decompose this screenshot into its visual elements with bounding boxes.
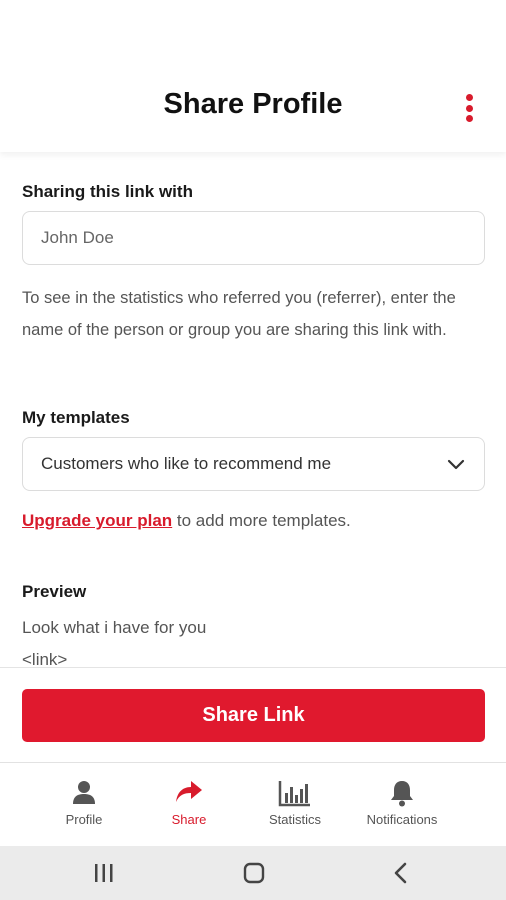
more-vertical-icon[interactable] [456,90,482,126]
referrer-help-text: To see in the statistics who referred yo… [22,289,456,339]
back-icon[interactable] [386,859,416,887]
chevron-down-icon [447,459,465,470]
preview-text-line: Look what i have for you [22,618,207,637]
page-title: Share Profile [163,88,343,120]
sharing-label: Sharing this link with [22,182,193,201]
template-selected-value: Customers who like to recommend me [41,454,332,473]
nav-item-notifications[interactable]: Notifications [352,763,452,847]
recipient-name-input[interactable] [22,211,485,265]
home-icon[interactable] [239,859,269,887]
divider [0,667,506,668]
upgrade-suffix: to add more templates. [172,511,351,530]
nav-item-share[interactable]: Share [139,763,239,847]
share-arrow-icon [176,781,202,802]
person-icon [73,781,95,804]
bottom-nav: Profile Share Statistics Notifications [0,762,506,846]
app-header: Share Profile [0,0,506,152]
upgrade-notice: Upgrade your plan to add more templates. [22,511,351,531]
nav-label-notifications: Notifications [366,812,438,827]
nav-label-profile: Profile [65,812,103,827]
bell-icon [391,781,413,807]
nav-label-share: Share [171,812,207,827]
recent-apps-icon[interactable] [89,859,119,887]
template-dropdown[interactable]: Customers who like to recommend me [22,437,485,491]
system-nav-bar [0,846,506,900]
upgrade-plan-link[interactable]: Upgrade your plan [22,511,172,530]
share-link-button[interactable]: Share Link [22,689,485,742]
nav-label-statistics: Statistics [268,812,321,827]
nav-item-profile[interactable]: Profile [34,763,134,847]
nav-item-statistics[interactable]: Statistics [245,763,345,847]
bar-chart-icon [278,781,310,807]
templates-label: My templates [22,408,130,427]
preview-label: Preview [22,582,87,601]
preview-text-line: <link> [22,650,68,667]
